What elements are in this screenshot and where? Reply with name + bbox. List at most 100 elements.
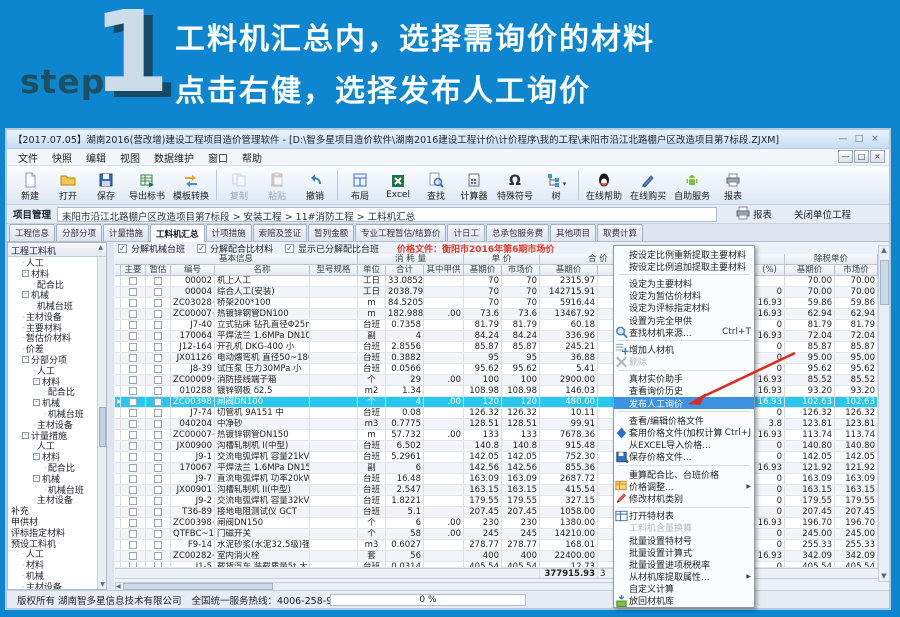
main-checkbox[interactable] — [121, 298, 146, 308]
restore-button[interactable]: □ — [851, 134, 867, 144]
checkbox-icon[interactable] — [129, 288, 137, 296]
checkbox-icon[interactable] — [154, 387, 162, 395]
main-checkbox[interactable] — [121, 309, 146, 319]
checkbox-icon[interactable] — [154, 299, 162, 307]
estimate-checkbox[interactable] — [146, 463, 171, 473]
main-checkbox[interactable] — [121, 485, 146, 495]
estimate-checkbox[interactable] — [146, 529, 171, 539]
checkbox-icon[interactable] — [154, 541, 162, 549]
menu-item-0[interactable]: 文件 — [11, 149, 45, 166]
table-row-21[interactable]: T36-89接地电阻测试仪 GCT台班5.1207.45207.451058.0… — [115, 507, 878, 518]
mdi-close-button[interactable]: × — [870, 150, 885, 163]
toolbar-button-1[interactable]: 打开 — [49, 167, 87, 203]
menu-item-13[interactable]: 套用价格文件(加权计算)Ctrl+J — [614, 426, 754, 438]
menu-item-15[interactable]: 保存价格文件... — [614, 451, 754, 463]
menu-item-4[interactable]: 设定为评标指定材料 — [614, 302, 754, 314]
tab-0[interactable]: 工程信息 — [9, 224, 55, 241]
checkbox-icon[interactable] — [154, 398, 162, 406]
scroll-left-icon[interactable]: ◀ — [116, 583, 121, 590]
mdi-restore-button[interactable]: □ — [854, 150, 869, 163]
table-row-3[interactable]: ZC00007~2热镀锌钢管DN100m182.988.0073.673.613… — [115, 309, 878, 320]
checkbox-icon[interactable] — [154, 310, 162, 318]
menu-item-4[interactable]: 数据维护 — [147, 149, 201, 166]
checkbox-icon[interactable] — [129, 354, 137, 362]
checkbox-icon[interactable] — [154, 321, 162, 329]
menu-item-17[interactable]: 价格调整...▶ — [614, 480, 754, 492]
collapse-icon[interactable]: - — [33, 453, 40, 460]
scroll-down-icon[interactable]: ▼ — [98, 581, 107, 588]
column-header-15[interactable]: 市场价 — [835, 265, 878, 276]
table-row-1[interactable]: 00004综合人工(安装)工日2038.7987070142715.91070.… — [115, 287, 878, 298]
main-checkbox[interactable] — [121, 386, 146, 396]
table-row-2[interactable]: ZC03028~1桥架200*100m84.520570705916.4416.… — [115, 298, 878, 309]
checkbox-icon[interactable] — [129, 475, 137, 483]
estimate-checkbox[interactable] — [146, 309, 171, 319]
estimate-checkbox[interactable] — [146, 408, 171, 418]
tree-item-30[interactable]: -主材设备 — [8, 581, 99, 589]
estimate-checkbox[interactable] — [146, 518, 171, 528]
checkbox-icon[interactable] — [154, 464, 162, 472]
checkbox-icon[interactable] — [154, 562, 162, 567]
tab-10[interactable]: 其他项目 — [550, 224, 596, 241]
main-checkbox[interactable] — [121, 375, 146, 385]
checkbox-icon[interactable] — [154, 530, 162, 538]
estimate-checkbox[interactable] — [146, 397, 171, 407]
column-header-5[interactable]: 型号规格 — [310, 265, 358, 276]
menu-item-24[interactable]: 从材机库提取属性...▶ — [614, 571, 754, 583]
close-unit-project-button[interactable]: 关闭单位工程 — [794, 207, 851, 221]
estimate-checkbox[interactable] — [146, 452, 171, 462]
main-checkbox[interactable] — [121, 331, 146, 341]
grid-vertical-scrollbar[interactable]: ▲ ▼ — [878, 245, 890, 582]
main-checkbox[interactable] — [121, 430, 146, 440]
checkbox-icon[interactable] — [154, 288, 162, 296]
estimate-checkbox[interactable] — [146, 276, 171, 286]
estimate-checkbox[interactable] — [146, 474, 171, 484]
menu-item-22[interactable]: 批量设置计算式 — [614, 546, 754, 558]
column-header-11[interactable]: 基期价 — [540, 265, 598, 276]
menu-item-2[interactable]: 编辑 — [79, 149, 113, 166]
column-header-13[interactable]: (%) — [755, 265, 785, 276]
column-header-10[interactable]: 市场价 — [502, 265, 540, 276]
tree-item-2[interactable]: -配合比 — [8, 279, 99, 290]
checkbox-icon[interactable] — [154, 497, 162, 505]
table-row-13[interactable]: 040204中净砂m30.7775128.51128.5199.913.8123… — [115, 419, 878, 430]
collapse-icon[interactable]: - — [22, 291, 29, 298]
main-checkbox[interactable] — [121, 419, 146, 429]
estimate-checkbox[interactable] — [146, 551, 171, 561]
checkbox-icon[interactable] — [129, 409, 137, 417]
checkbox-icon[interactable] — [154, 508, 162, 516]
sidebar-scroll-thumb[interactable] — [99, 407, 106, 447]
option-checkbox-2[interactable]: ✓ — [285, 244, 294, 253]
sidebar-scrollbar[interactable]: ▼ — [97, 257, 106, 589]
table-row-22[interactable]: ZC00398~1闸阀DN150个6.002302301380.0016.931… — [115, 518, 878, 529]
toolbar-button-4[interactable]: 模板转换 — [169, 167, 213, 203]
table-row-5[interactable]: 170064平焊法兰 1.6MPa DN100副484.2484.24336.9… — [115, 331, 878, 342]
table-row-16[interactable]: J9-1交流电弧焊机 容量21kV·A台班5.2961142.05142.057… — [115, 452, 878, 463]
main-checkbox[interactable] — [121, 540, 146, 550]
table-row-15[interactable]: JX00900沟槽轧制机 I(中型)台班6.502140.8140.8915.4… — [115, 441, 878, 452]
checkbox-icon[interactable] — [129, 420, 137, 428]
checkbox-icon[interactable] — [129, 398, 137, 406]
column-header-7[interactable]: 合计 — [386, 265, 424, 276]
menu-item-26[interactable]: 放回材机库 — [614, 595, 754, 607]
tab-5[interactable]: 索赔及签证 — [253, 224, 308, 241]
estimate-checkbox[interactable] — [146, 540, 171, 550]
tree-item-7[interactable]: -暂估价材料 — [8, 333, 99, 344]
toolbar-button-0[interactable]: 新建 — [11, 167, 49, 203]
checkbox-icon[interactable] — [129, 497, 137, 505]
table-row-25[interactable]: ZC00282~1室内消火栓套5640040022400.0016.93342.… — [115, 551, 878, 562]
scroll-down-icon[interactable]: ▼ — [879, 572, 889, 580]
mdi-minimize-button[interactable]: — — [838, 150, 853, 163]
toolbar-button-10[interactable]: 查找 — [417, 167, 455, 203]
estimate-checkbox[interactable] — [146, 386, 171, 396]
estimate-checkbox[interactable] — [146, 342, 171, 352]
checkbox-icon[interactable] — [129, 332, 137, 340]
tab-4[interactable]: 计项措施 — [206, 224, 252, 241]
collapse-icon[interactable]: - — [22, 432, 29, 439]
menu-item-19[interactable]: 打开特材表 — [614, 510, 754, 522]
column-header-4[interactable]: 名称 — [215, 265, 310, 276]
estimate-checkbox[interactable] — [146, 496, 171, 506]
main-checkbox[interactable] — [121, 529, 146, 539]
toolbar-button-14[interactable]: 在线帮助 — [582, 167, 626, 203]
scroll-up-icon[interactable]: ▲ — [879, 246, 889, 254]
